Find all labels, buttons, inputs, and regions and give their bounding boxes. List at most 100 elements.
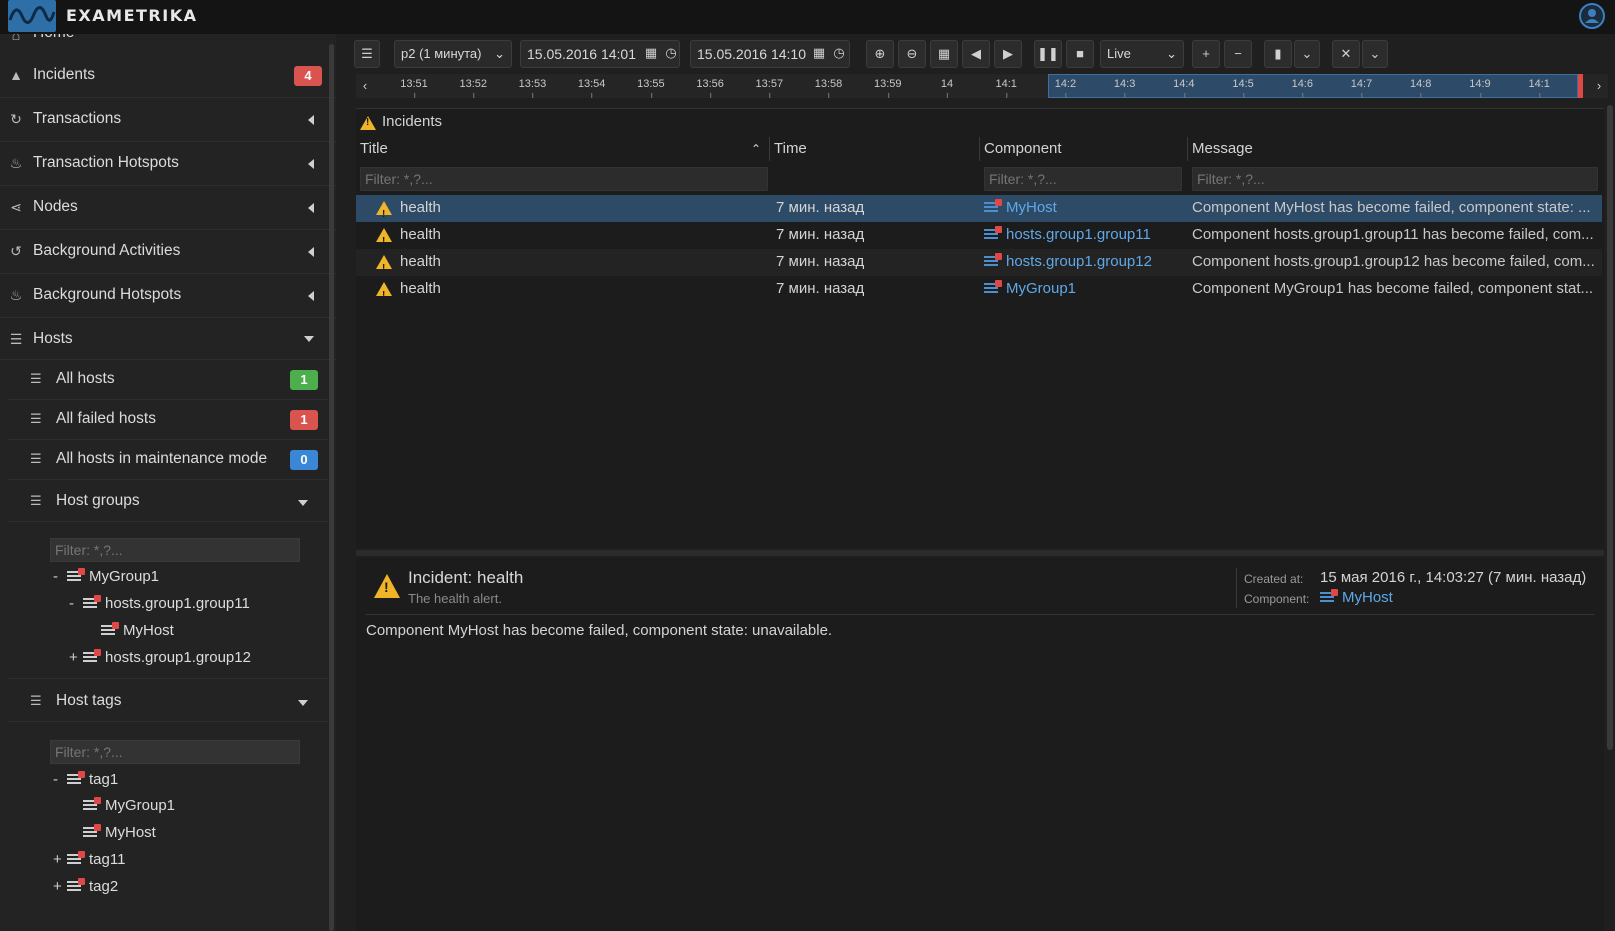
- timeline-tick-label: 13:51: [400, 78, 428, 98]
- sidebar-item-label: Transaction Hotspots: [33, 154, 179, 171]
- sort-asc-icon: ⌃: [750, 142, 761, 156]
- sidebar-item-maintenance-hosts[interactable]: ☰ All hosts in maintenance mode 0: [8, 440, 328, 480]
- tree-node[interactable]: - tag1: [53, 771, 118, 797]
- component-link[interactable]: hosts.group1.group12: [984, 249, 1152, 275]
- sidebar-scrollbar[interactable]: [329, 44, 334, 931]
- host-tags-filter-input[interactable]: [50, 740, 300, 764]
- mode-select-value: Live: [1107, 46, 1131, 61]
- add-button[interactable]: +: [1192, 40, 1220, 68]
- tree-node[interactable]: - hosts.group1.group11: [69, 595, 250, 621]
- stop-button[interactable]: ■: [1066, 40, 1094, 68]
- main-scrollbar[interactable]: [1607, 105, 1613, 750]
- sidebar-item-all-failed-hosts[interactable]: ☰ All failed hosts 1: [8, 400, 328, 440]
- incident-time: 7 мин. назад: [776, 280, 865, 297]
- sidebar-item-incidents[interactable]: ▲ Incidents 4: [0, 54, 336, 98]
- clock-icon[interactable]: ◷: [662, 40, 680, 68]
- incident-message: Component MyGroup1 has become failed, co…: [1192, 280, 1594, 297]
- timeline-next-button[interactable]: ›: [1592, 77, 1606, 95]
- sidebar-item-host-groups[interactable]: ☰ Host groups: [8, 480, 328, 522]
- column-header-message[interactable]: Message: [1188, 137, 1602, 161]
- chevron-down-icon: ⌄: [1166, 46, 1177, 61]
- user-account-button[interactable]: [1579, 3, 1605, 29]
- tree-node[interactable]: - MyGroup1: [53, 568, 159, 594]
- sidebar-item-label: Incidents: [33, 66, 96, 83]
- component-label: Component:: [1244, 592, 1310, 606]
- host-groups-filter-input[interactable]: [50, 538, 300, 562]
- table-row[interactable]: health 7 мин. назад MyGroup1 Component M…: [356, 276, 1602, 309]
- calendar-icon[interactable]: ▦: [642, 40, 660, 68]
- incident-title: health: [400, 199, 441, 216]
- mode-select[interactable]: Live ⌄: [1100, 40, 1184, 68]
- timeline-cursor[interactable]: [1578, 74, 1583, 98]
- calendar-icon[interactable]: ▦: [810, 40, 828, 68]
- component-link[interactable]: hosts.group1.group11: [984, 222, 1151, 248]
- created-at-label: Created at:: [1244, 572, 1304, 586]
- warning-icon: [360, 116, 376, 130]
- column-header-component[interactable]: Component: [980, 137, 1188, 161]
- period-select[interactable]: p2 (1 минута) ⌄: [394, 40, 512, 68]
- timeline-prev-button[interactable]: ‹: [358, 77, 372, 95]
- created-at-value: 15 мая 2016 г., 14:03:27 (7 мин. назад): [1320, 569, 1587, 586]
- sidebar-item-home[interactable]: ⌂ Home: [0, 34, 336, 46]
- tree-node[interactable]: + hosts.group1.group12: [69, 649, 251, 675]
- sidebar-item-nodes[interactable]: ⋖ Nodes: [0, 186, 336, 230]
- tree-toggle[interactable]: +: [53, 851, 67, 868]
- column-header-title[interactable]: Title ⌃: [356, 137, 770, 161]
- tree-node[interactable]: MyGroup1: [69, 797, 175, 823]
- timeline-tick-label: 13:59: [873, 78, 902, 98]
- timeline[interactable]: ‹ 13:51 13:52 13:53 13:54 13:55 13:56 13:57 13:…: [356, 74, 1608, 98]
- tree-node[interactable]: + tag11: [53, 851, 125, 877]
- sidebar-item-transactions[interactable]: ↻ Transactions: [0, 98, 336, 142]
- clock-icon[interactable]: ◷: [830, 40, 848, 68]
- timeline-tick-label: 13:53: [518, 78, 547, 98]
- message-filter-input[interactable]: [1192, 167, 1598, 191]
- table-row[interactable]: health 7 мин. назад hosts.group1.group11…: [356, 222, 1602, 255]
- component-filter-input[interactable]: [984, 167, 1182, 191]
- tree-toggle[interactable]: +: [53, 878, 67, 895]
- tree-node[interactable]: + tag2: [53, 878, 118, 904]
- tree-node-label: hosts.group1.group12: [105, 649, 251, 666]
- sidebar-item-label: Hosts: [33, 330, 73, 347]
- failed-group-icon: [984, 253, 1002, 268]
- tree-node[interactable]: MyHost: [69, 824, 156, 850]
- tree-node[interactable]: MyHost: [87, 622, 174, 648]
- sidebar-item-label: Nodes: [33, 198, 78, 215]
- panel-splitter[interactable]: [356, 550, 1604, 556]
- tree-toggle[interactable]: +: [69, 649, 83, 666]
- tree-node-label: MyGroup1: [105, 797, 176, 814]
- failed-tag-icon: [67, 771, 85, 786]
- incident-time: 7 мин. назад: [776, 226, 865, 243]
- tree-toggle[interactable]: -: [53, 771, 67, 788]
- sidebar-item-hosts[interactable]: ☰ Hosts: [0, 318, 336, 360]
- clear-menu-button[interactable]: ⌄: [1362, 40, 1388, 68]
- title-filter-input[interactable]: [360, 167, 768, 191]
- incident-message: Component MyHost has become failed, comp…: [1192, 199, 1591, 216]
- step-back-button[interactable]: ◀: [962, 40, 990, 68]
- tree-toggle[interactable]: -: [53, 568, 67, 585]
- component-link[interactable]: MyHost: [1320, 589, 1393, 606]
- timeline-tick-label: 14:1: [1528, 78, 1550, 98]
- sidebar-item-host-tags[interactable]: ☰ Host tags: [8, 678, 328, 722]
- step-forward-button[interactable]: ▶: [994, 40, 1022, 68]
- sidebar-item-background-activities[interactable]: ↺ Background Activities: [0, 230, 336, 274]
- timeline-track[interactable]: 13:51 13:52 13:53 13:54 13:55 13:56 13:57 13:58…: [374, 74, 1588, 98]
- menu-button[interactable]: ☰: [354, 40, 380, 68]
- clear-button[interactable]: ✕: [1332, 40, 1360, 68]
- top-bar: EXAMETRIKA: [0, 0, 1615, 34]
- bookmark-button[interactable]: ▮: [1264, 40, 1292, 68]
- sidebar-item-all-hosts[interactable]: ☰ All hosts 1: [8, 360, 328, 400]
- zoom-in-button[interactable]: ⊕: [866, 40, 894, 68]
- tree-toggle[interactable]: -: [69, 595, 83, 612]
- table-row[interactable]: health 7 мин. назад hosts.group1.group12…: [356, 249, 1602, 282]
- pause-button[interactable]: ❚❚: [1034, 40, 1062, 68]
- sidebar-item-background-hotspots[interactable]: ♨ Background Hotspots: [0, 274, 336, 318]
- bookmark-menu-button[interactable]: ⌄: [1294, 40, 1320, 68]
- zoom-out-button[interactable]: ⊖: [898, 40, 926, 68]
- table-row[interactable]: health 7 мин. назад MyHost Component MyH…: [356, 195, 1602, 228]
- sidebar-item-transaction-hotspots[interactable]: ♨ Transaction Hotspots: [0, 142, 336, 186]
- component-link[interactable]: MyHost: [984, 195, 1057, 221]
- column-header-time[interactable]: Time: [770, 137, 980, 161]
- remove-button[interactable]: −: [1224, 40, 1252, 68]
- grid-icon[interactable]: ▦: [930, 40, 958, 68]
- component-link[interactable]: MyGroup1: [984, 276, 1076, 302]
